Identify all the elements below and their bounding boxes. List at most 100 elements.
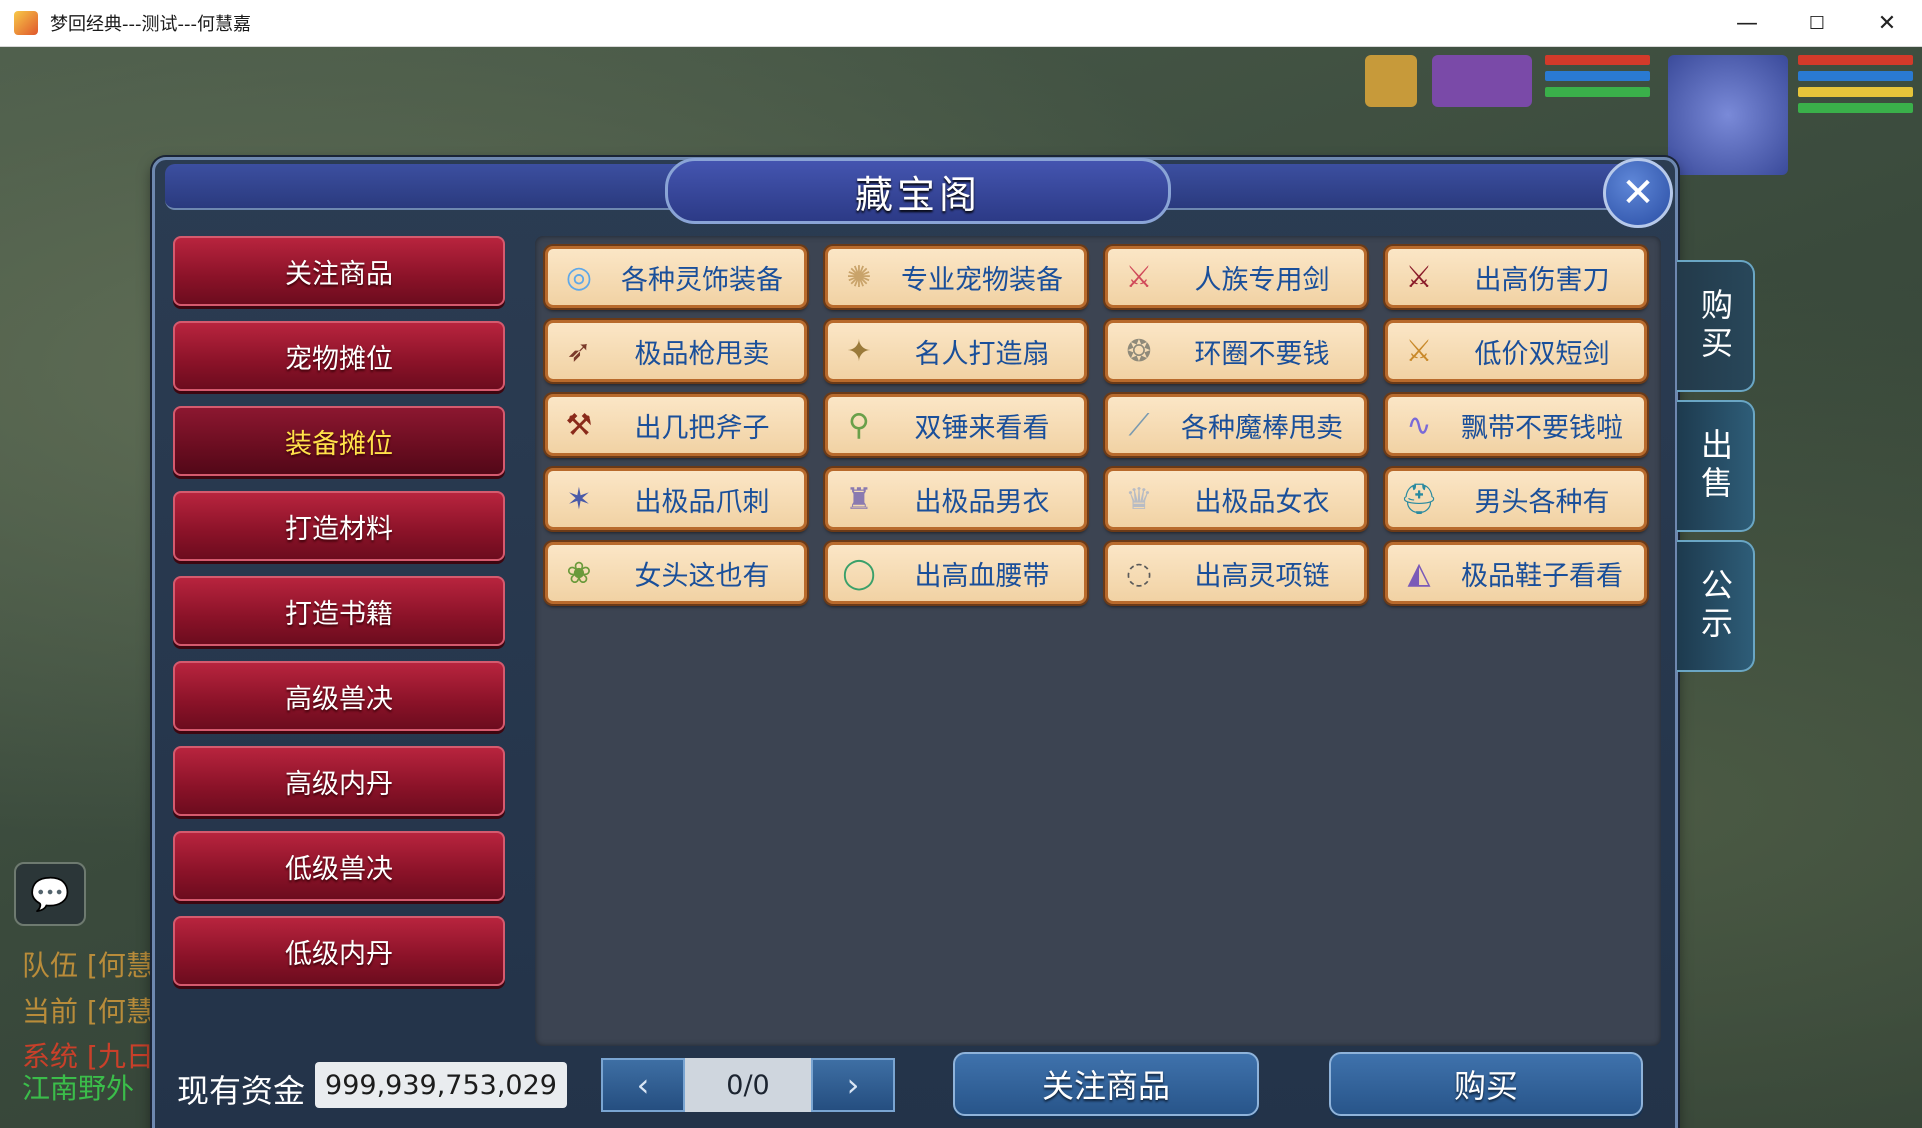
pet-portrait[interactable]: [1432, 55, 1532, 107]
hammer-icon: ⚲: [848, 407, 870, 443]
item-category-label: 极品枪甩卖: [634, 338, 770, 370]
wand-icon: ⟋: [1128, 407, 1150, 443]
page-indicator: 0/0: [685, 1058, 811, 1112]
item-category-label: 名人打造扇: [914, 338, 1050, 370]
category-list[interactable]: 关注商品宠物摊位装备摊位打造材料打造书籍高级兽决高级内丹低级兽决低级内丹: [173, 236, 509, 1026]
axe-icon: ⚒: [565, 407, 593, 443]
fan-icon: ✦: [846, 333, 872, 369]
item-category-button[interactable]: ♛ 出极品女衣: [1105, 468, 1367, 530]
necklace-icon: ◌: [1125, 555, 1153, 591]
location-text: 江南野外: [22, 1072, 135, 1105]
pet-avatar[interactable]: [1365, 55, 1417, 107]
close-icon[interactable]: ✕: [1852, 0, 1922, 46]
prev-page-button[interactable]: ‹: [601, 1058, 685, 1112]
player-status-bars: [1798, 55, 1913, 119]
category-button[interactable]: 低级内丹: [173, 916, 505, 986]
spear-icon: ➶: [566, 333, 592, 369]
app-icon: [14, 11, 38, 35]
next-page-button[interactable]: ›: [811, 1058, 895, 1112]
item-category-label: 男头各种有: [1474, 486, 1610, 518]
item-category-button[interactable]: ◭ 极品鞋子看看: [1385, 542, 1647, 604]
item-category-button[interactable]: ➶ 极品枪甩卖: [545, 320, 807, 382]
category-button[interactable]: 高级内丹: [173, 746, 505, 816]
ribbon-icon: ∿: [1406, 407, 1432, 443]
buy-button[interactable]: 购买: [1329, 1052, 1643, 1116]
category-button[interactable]: 打造材料: [173, 491, 505, 561]
item-category-label: 专业宠物装备: [901, 264, 1063, 296]
game-scene: 💬 队伍 [何慧 当前 [何慧 系统 [九日 江南野外 藏宝阁 ✕ 关注商品 宠物…: [0, 47, 1922, 1128]
item-category-button[interactable]: ⚔ 低价双短剑: [1385, 320, 1647, 382]
sword-icon: ⚔: [1125, 259, 1153, 295]
item-category-button[interactable]: ⚲ 双锤来看看: [825, 394, 1087, 456]
chevron-left-icon: ‹: [636, 1066, 650, 1104]
maximize-icon[interactable]: ☐: [1782, 0, 1852, 46]
player-avatar[interactable]: [1668, 55, 1788, 175]
female-robe-icon: ♛: [1125, 481, 1153, 517]
funds-value: 999,939,753,029: [315, 1062, 567, 1108]
window-title: 梦回经典---测试---何慧嘉: [50, 14, 251, 35]
chevron-right-icon: ›: [846, 1066, 860, 1104]
dialog-title-plate: 藏宝阁: [665, 158, 1171, 224]
hoop-icon: ❂: [1126, 333, 1152, 369]
item-category-button[interactable]: ❂ 环圈不要钱: [1105, 320, 1367, 382]
dialog-title: 藏宝阁: [854, 172, 981, 217]
item-category-label: 环圈不要钱: [1194, 338, 1330, 370]
side-tab[interactable]: 出售: [1677, 400, 1755, 532]
male-helmet-icon: ⛑: [1399, 481, 1439, 517]
item-category-label: 出高伤害刀: [1474, 264, 1610, 296]
item-category-label: 人族专用剑: [1194, 264, 1330, 296]
dialog-close-button[interactable]: ✕: [1603, 158, 1673, 228]
pet-collar-icon: ✺: [846, 259, 872, 295]
chat-line: 当前 [何慧: [22, 995, 154, 1028]
item-category-label: 各种魔棒甩卖: [1181, 412, 1343, 444]
claw-icon: ✶: [566, 481, 592, 517]
category-button[interactable]: 低级兽决: [173, 831, 505, 901]
item-category-button[interactable]: ⚒ 出几把斧子: [545, 394, 807, 456]
item-category-button[interactable]: ✦ 名人打造扇: [825, 320, 1087, 382]
item-category-button[interactable]: ✺ 专业宠物装备: [825, 246, 1087, 308]
item-category-label: 女头这也有: [634, 560, 770, 592]
pet-status-bars: [1545, 55, 1650, 103]
item-category-button[interactable]: ◎ 各种灵饰装备: [545, 246, 807, 308]
item-grid: ◎ 各种灵饰装备 ✺ 专业宠物装备 ⚔ 人族专用剑 ⚔ 出高伤害刀 ➶ 极品枪甩卖 ✦ 名人打造扇 ❂ 环…: [535, 236, 1661, 1046]
item-category-label: 出极品男衣: [914, 486, 1050, 518]
watch-item-button[interactable]: 关注商品: [953, 1052, 1259, 1116]
item-category-label: 出极品女衣: [1194, 486, 1330, 518]
item-category-label: 双锤来看看: [914, 412, 1050, 444]
chat-line: 队伍 [何慧: [22, 949, 154, 982]
item-category-button[interactable]: ⚔ 人族专用剑: [1105, 246, 1367, 308]
item-category-label: 出几把斧子: [634, 412, 770, 444]
category-button[interactable]: 高级兽决: [173, 661, 505, 731]
item-category-label: 出高灵项链: [1194, 560, 1330, 592]
item-category-button[interactable]: ◯ 出高血腰带: [825, 542, 1087, 604]
item-category-label: 各种灵饰装备: [621, 264, 783, 296]
category-button[interactable]: 打造书籍: [173, 576, 505, 646]
side-tab[interactable]: 公示: [1677, 540, 1755, 672]
belt-icon: ◯: [842, 555, 876, 591]
item-category-label: 低价双短剑: [1474, 338, 1610, 370]
side-tab[interactable]: 购买: [1677, 260, 1755, 392]
boots-icon: ◭: [1407, 555, 1431, 591]
category-button[interactable]: 关注商品: [173, 236, 505, 306]
category-button[interactable]: 装备摊位: [173, 406, 505, 476]
category-button[interactable]: 宠物摊位: [173, 321, 505, 391]
male-robe-icon: ♜: [845, 481, 873, 517]
close-icon: ✕: [1621, 170, 1655, 216]
item-category-button[interactable]: ∿ 飘带不要钱啦: [1385, 394, 1647, 456]
chat-icon[interactable]: 💬: [14, 862, 86, 926]
item-category-label: 飘带不要钱啦: [1461, 412, 1623, 444]
item-category-button[interactable]: ⚔ 出高伤害刀: [1385, 246, 1647, 308]
treasure-pavilion-dialog: 藏宝阁 ✕ 关注商品 宠物摊位 装备摊位 打造材料 打造书籍 高级兽决 高级内丹 低级兽决 低级…: [152, 157, 1755, 1128]
item-category-label: 极品鞋子看看: [1461, 560, 1623, 592]
item-category-button[interactable]: ⛑ 男头各种有: [1385, 468, 1647, 530]
item-category-button[interactable]: ❀ 女头这也有: [545, 542, 807, 604]
item-category-button[interactable]: ♜ 出极品男衣: [825, 468, 1087, 530]
blade-icon: ⚔: [1405, 259, 1433, 295]
minimize-icon[interactable]: —: [1712, 0, 1782, 46]
twin-dagger-icon: ⚔: [1405, 333, 1433, 369]
item-category-label: 出高血腰带: [914, 560, 1050, 592]
item-category-button[interactable]: ◌ 出高灵项链: [1105, 542, 1367, 604]
item-category-button[interactable]: ⟋ 各种魔棒甩卖: [1105, 394, 1367, 456]
item-category-label: 出极品爪刺: [634, 486, 770, 518]
item-category-button[interactable]: ✶ 出极品爪刺: [545, 468, 807, 530]
